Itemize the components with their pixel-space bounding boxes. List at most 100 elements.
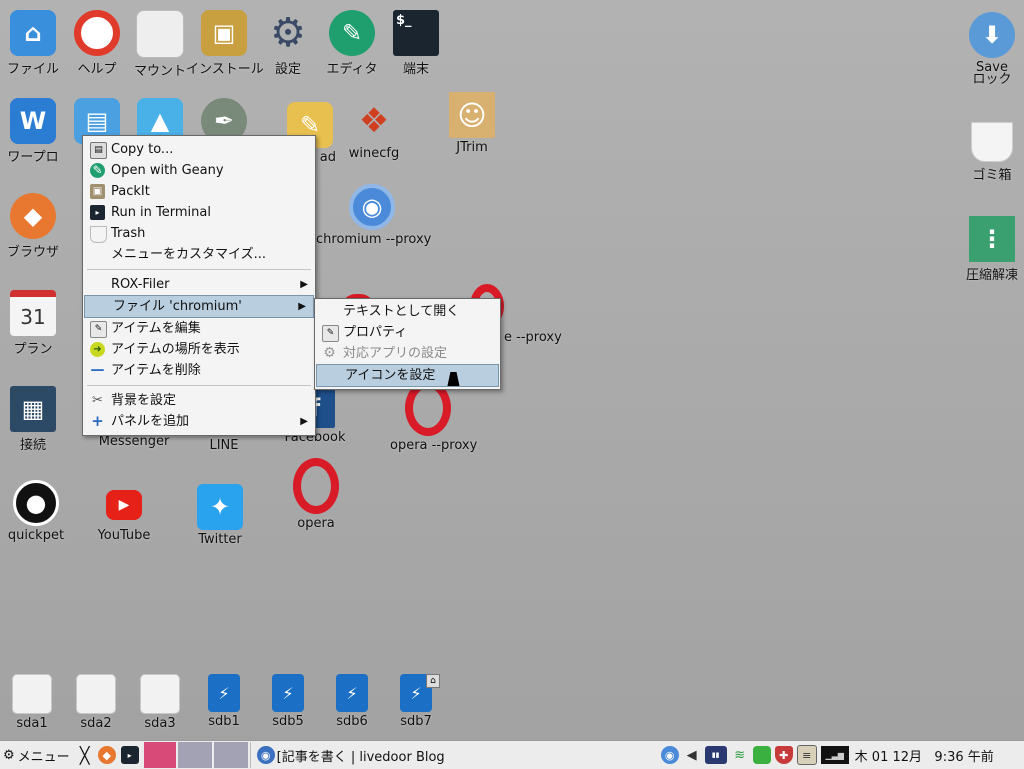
menu-item-remove-item[interactable]: — アイテムを削除 [83,360,315,381]
quickpet-icon: ● [13,480,59,526]
cpu-monitor-icon[interactable]: ▮▮ [704,746,727,764]
gear-icon: ⚙ [323,345,336,361]
usb-icon: ⚡ [272,674,304,712]
calendar-icon: 31 [10,290,56,336]
terminal-icon: $_ [393,10,439,56]
desktop-icon-browser[interactable]: ◆ ブラウザ [0,193,71,260]
package-icon: ▣ [201,10,247,56]
home-icon: ⌂ [10,10,56,56]
geany-icon: ✎ [90,163,105,178]
menu-item-trash[interactable]: Trash [83,223,315,244]
opera-icon [293,458,339,514]
desktop-icon-terminal[interactable]: $_ 端末 [378,10,454,77]
packit-icon: ▣ [90,184,105,199]
drive-sdb7[interactable]: ⚡ sdb7 ⌂ [378,674,454,729]
chromium-icon: ◉ [349,184,395,230]
arrow-right-icon: ➜ [90,342,105,357]
drive-icon [12,674,52,714]
ethernet-icon: ▦ [10,386,56,432]
file-submenu: テキストとして開く ✎ プロパティ ⚙ 対応アプリの設定 アイコンを設定 [314,298,501,390]
desktop-icon-archive[interactable]: ⋮ 圧縮解凍 [954,216,1024,283]
gear-icon: ⚙ [270,10,306,56]
submenu-item-properties[interactable]: ✎ プロパティ [315,322,500,343]
menu-item-edit-item[interactable]: ✎ アイテムを編集 [83,318,315,339]
jtrim-icon: ☺ [449,92,495,138]
chromium-tray-icon[interactable]: ◉ [660,746,679,764]
menu-separator [87,269,311,270]
menu-item-packit[interactable]: ▣ PackIt [83,181,315,202]
menu-separator [87,385,311,386]
submenu-item-app-settings: ⚙ 対応アプリの設定 [323,345,448,361]
cpu-graph-icon[interactable]: ▁▃▆ [820,746,849,764]
submenu-item-set-icon[interactable]: アイコンを設定 [316,364,499,387]
terminal-icon: ▸ [90,205,105,220]
drive-icon [136,10,184,58]
globe-icon: ◉ [256,746,275,764]
trash-icon [90,226,107,243]
system-tray: ◉ ◀ ▮▮ ≋ ✚ ≡ ▁▃▆ [659,742,851,768]
start-menu-button[interactable]: ⚙ メニュー [0,742,74,768]
workspace-2[interactable] [177,742,212,768]
youtube-icon: ▶ [106,490,142,520]
menu-item-open-with-geany[interactable]: ✎ Open with Geany [83,160,315,181]
clock[interactable]: 木 01 12月 9:36 午前 [855,742,994,768]
terminal-launcher-icon[interactable]: ▸ [118,742,142,768]
browser-launcher-icon[interactable]: ◆ [96,742,118,768]
drive-icon [140,674,180,714]
wifi-icon[interactable]: ≋ [731,746,749,764]
workspace-1[interactable] [143,742,176,768]
desktop-icon-youtube[interactable]: ▶ YouTube [86,484,162,543]
menu-item-show-location[interactable]: ➜ アイテムの場所を表示 [83,339,315,360]
drive-icon [76,674,116,714]
desktop-icon-winecfg[interactable]: ❖ winecfg [336,98,412,161]
battery-icon[interactable] [752,746,771,764]
task-window-blog[interactable]: ◉ [記事を書く | livedoor Blog [249,742,653,768]
desktop-icon-trash[interactable]: ゴミ箱 [954,122,1024,183]
desktop-icon-save[interactable]: ⬇ Save ロック [954,12,1024,87]
taskbar: ⚙ メニュー ╳ ◆ ▸ ◉ [記事を書く | livedoor Blog ◉ … [0,740,1024,769]
desktop-icon-quickpet[interactable]: ● quickpet [0,480,74,543]
context-menu: ▤ Copy to... ✎ Open with Geany ▣ PackIt … [82,135,316,436]
volume-icon[interactable]: ◀ [683,746,701,764]
menu-item-set-background[interactable]: ✂ 背景を設定 [83,390,315,411]
usb-icon: ⚡ [208,674,240,712]
menu-item-copy-to[interactable]: ▤ Copy to... [83,139,315,160]
menu-item-rox-filer[interactable]: ROX-Filer ▶ [83,274,315,295]
download-icon: ⬇ [969,12,1015,58]
clipboard-icon[interactable]: ≡ [796,745,817,765]
desktop-icon-plan[interactable]: 31 プラン [0,290,71,357]
submenu-arrow-icon: ▶ [300,416,308,427]
usb-icon: ⚡ [336,674,368,712]
desktop-icon-jtrim[interactable]: ☺ JTrim [434,92,510,155]
terminal-icon: ▸ [120,746,139,764]
home-badge-icon: ⌂ [426,674,440,688]
submenu-arrow-icon: ▶ [298,301,306,312]
edit-icon: ✎ [90,321,107,338]
firefox-icon: ◆ [97,746,116,764]
desktop-icon-twitter[interactable]: ✦ Twitter [182,484,258,547]
twitter-icon: ✦ [197,484,243,530]
editor-icon: ✎ [329,10,375,56]
zip-icon: ⋮ [969,216,1015,262]
plus-icon: + [91,412,104,430]
menu-item-file-chromium[interactable]: ファイル 'chromium' ▶ [84,295,314,318]
x-icon[interactable]: ╳ [74,742,96,768]
workspace-3[interactable] [213,742,248,768]
menu-logo-icon: ⚙ [3,747,15,763]
firefox-icon: ◆ [10,193,56,239]
desktop-icon-opera[interactable]: opera [278,458,354,531]
menu-item-customize-menu[interactable]: メニューをカスタマイズ... [83,244,315,265]
trash-icon [971,122,1013,162]
submenu-item-open-as-text[interactable]: テキストとして開く [315,301,500,322]
submenu-arrow-icon: ▶ [300,279,308,290]
word-icon: W [10,98,56,144]
lifebuoy-icon [74,10,120,56]
properties-icon: ✎ [322,325,339,342]
desktop-icon-network[interactable]: ▦ 接続 [0,386,71,453]
firewall-shield-icon[interactable]: ✚ [774,746,793,764]
desktop-icon-chromium-proxy[interactable]: ◉ chromium --proxy [316,184,431,247]
minus-icon: — [90,362,105,378]
menu-item-add-panel[interactable]: + パネルを追加 ▶ [83,411,315,432]
desktop-icon-opera-proxy-2[interactable]: opera --proxy [390,380,477,453]
menu-item-run-in-terminal[interactable]: ▸ Run in Terminal [83,202,315,223]
